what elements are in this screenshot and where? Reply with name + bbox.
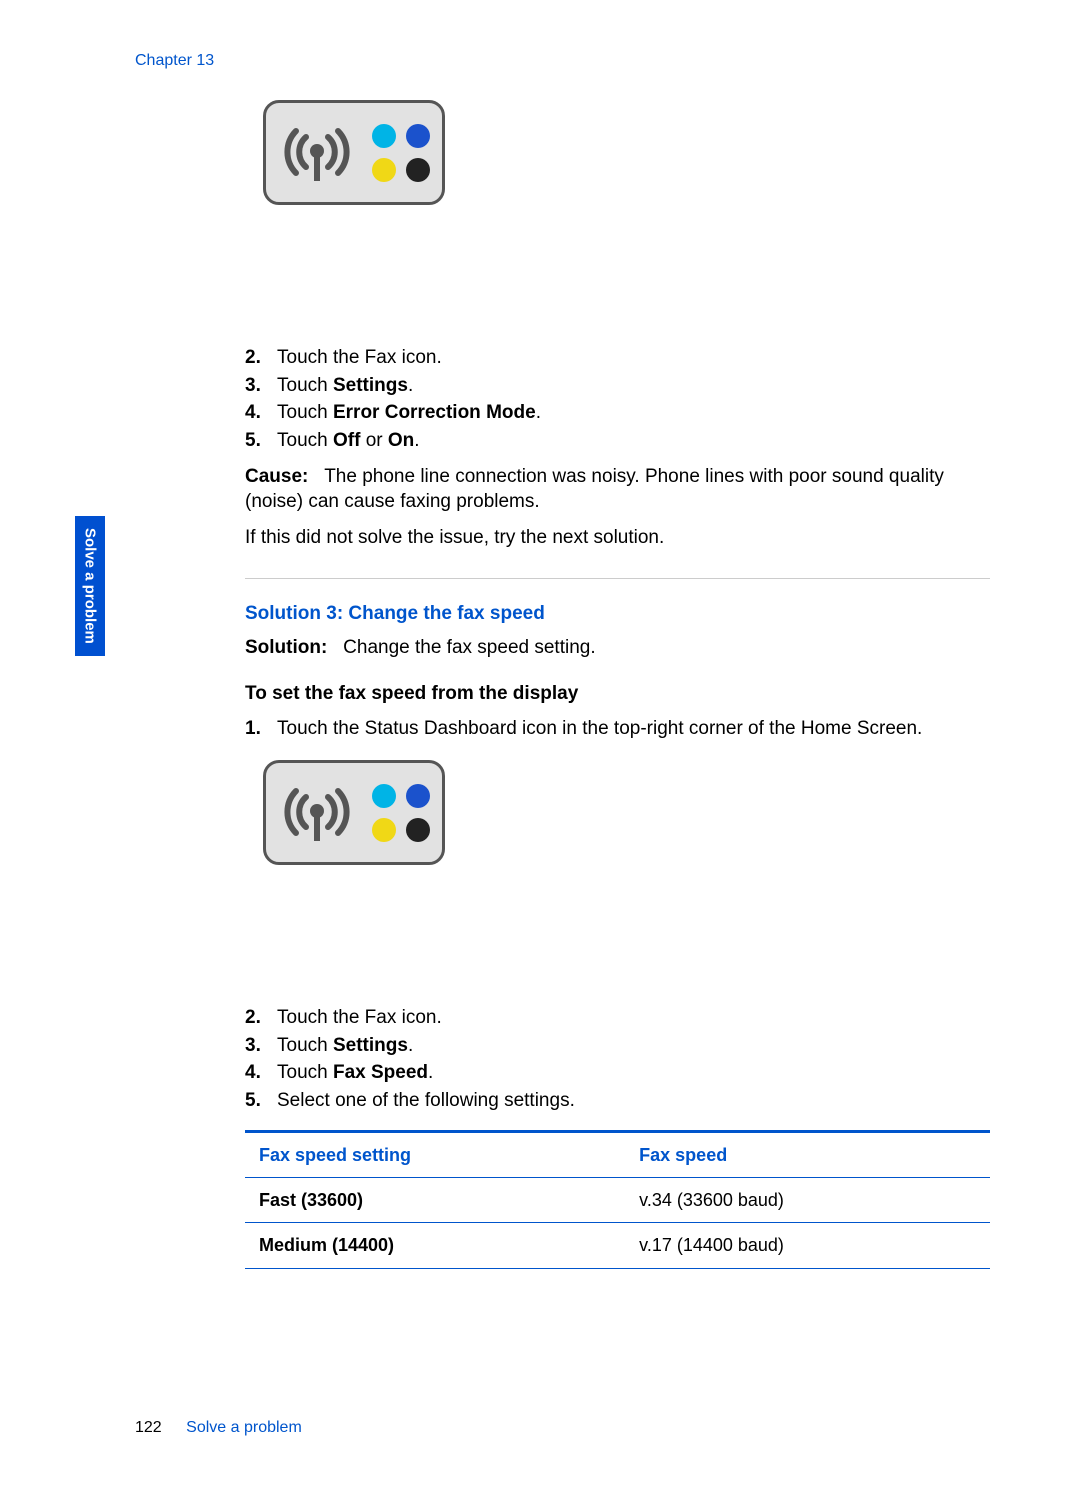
- yellow-dot-icon: [372, 818, 396, 842]
- step-text: Touch Settings.: [277, 1033, 413, 1059]
- cause-label: Cause:: [245, 466, 308, 487]
- cell-setting: Fast (33600): [245, 1177, 625, 1222]
- side-tab-text: Solve a problem: [82, 528, 99, 644]
- wireless-icon: [278, 778, 356, 848]
- cause-text: The phone line connection was noisy. Pho…: [245, 466, 944, 513]
- step-number: 3.: [245, 1033, 277, 1059]
- chapter-label: Chapter 13: [135, 52, 990, 70]
- page: Chapter 13 Solve a problem: [0, 0, 1080, 1495]
- spacer: [245, 865, 990, 995]
- step-text: Touch Settings.: [277, 373, 413, 399]
- wireless-icon: [278, 118, 356, 188]
- step-item: 1. Touch the Status Dashboard icon in th…: [245, 716, 990, 742]
- col-setting: Fax speed setting: [245, 1131, 625, 1177]
- step-number: 5.: [245, 428, 277, 454]
- content-area: 2. Touch the Fax icon. 3. Touch Settings…: [245, 100, 990, 1269]
- followup-text: If this did not solve the issue, try the…: [245, 525, 990, 551]
- solution-heading: Solution 3: Change the fax speed: [245, 601, 990, 627]
- step-item: 3. Touch Settings.: [245, 1033, 990, 1059]
- step-number: 2.: [245, 345, 277, 371]
- steps-list-b-cont: 2. Touch the Fax icon. 3. Touch Settings…: [245, 1005, 990, 1114]
- blue-dot-icon: [406, 124, 430, 148]
- footer-section: Solve a problem: [186, 1419, 302, 1436]
- cause-paragraph: Cause: The phone line connection was noi…: [245, 464, 990, 515]
- cyan-dot-icon: [372, 784, 396, 808]
- status-dashboard-icon: [263, 100, 445, 205]
- step-text: Touch the Fax icon.: [277, 345, 442, 371]
- steps-list-a: 2. Touch the Fax icon. 3. Touch Settings…: [245, 345, 990, 454]
- black-dot-icon: [406, 158, 430, 182]
- table-header-row: Fax speed setting Fax speed: [245, 1131, 990, 1177]
- step-text: Touch the Fax icon.: [277, 1005, 442, 1031]
- status-dashboard-icon: [263, 760, 445, 865]
- cyan-dot-icon: [372, 124, 396, 148]
- step-item: 4. Touch Fax Speed.: [245, 1060, 990, 1086]
- step-number: 4.: [245, 1060, 277, 1086]
- page-footer: 122 Solve a problem: [135, 1419, 302, 1437]
- step-item: 5. Select one of the following settings.: [245, 1088, 990, 1114]
- col-speed: Fax speed: [625, 1131, 990, 1177]
- step-item: 5. Touch Off or On.: [245, 428, 990, 454]
- solution-line: Solution: Change the fax speed setting.: [245, 635, 990, 661]
- blue-dot-icon: [406, 784, 430, 808]
- step-text: Touch Error Correction Mode.: [277, 400, 541, 426]
- ink-dots-icon: [372, 124, 430, 182]
- step-text: Select one of the following settings.: [277, 1088, 575, 1114]
- step-number: 3.: [245, 373, 277, 399]
- page-number: 122: [135, 1419, 162, 1436]
- steps-list-b: 1. Touch the Status Dashboard icon in th…: [245, 716, 990, 742]
- side-tab: Solve a problem: [75, 516, 105, 656]
- step-item: 4. Touch Error Correction Mode.: [245, 400, 990, 426]
- ink-dots-icon: [372, 784, 430, 842]
- cell-speed: v.17 (14400 baud): [625, 1223, 990, 1268]
- step-text: Touch Fax Speed.: [277, 1060, 433, 1086]
- yellow-dot-icon: [372, 158, 396, 182]
- subheading: To set the fax speed from the display: [245, 681, 990, 707]
- step-item: 2. Touch the Fax icon.: [245, 1005, 990, 1031]
- fax-speed-table: Fax speed setting Fax speed Fast (33600)…: [245, 1130, 990, 1269]
- separator: [245, 578, 990, 579]
- step-item: 2. Touch the Fax icon.: [245, 345, 990, 371]
- table-row: Medium (14400) v.17 (14400 baud): [245, 1223, 990, 1268]
- black-dot-icon: [406, 818, 430, 842]
- step-text: Touch Off or On.: [277, 428, 420, 454]
- step-item: 3. Touch Settings.: [245, 373, 990, 399]
- step-number: 4.: [245, 400, 277, 426]
- step-text: Touch the Status Dashboard icon in the t…: [277, 716, 922, 742]
- solution-label: Solution:: [245, 637, 327, 658]
- step-number: 2.: [245, 1005, 277, 1031]
- solution-text: Change the fax speed setting.: [343, 637, 595, 658]
- spacer: [245, 205, 990, 335]
- step-number: 1.: [245, 716, 277, 742]
- cell-speed: v.34 (33600 baud): [625, 1177, 990, 1222]
- step-number: 5.: [245, 1088, 277, 1114]
- table-row: Fast (33600) v.34 (33600 baud): [245, 1177, 990, 1222]
- cell-setting: Medium (14400): [245, 1223, 625, 1268]
